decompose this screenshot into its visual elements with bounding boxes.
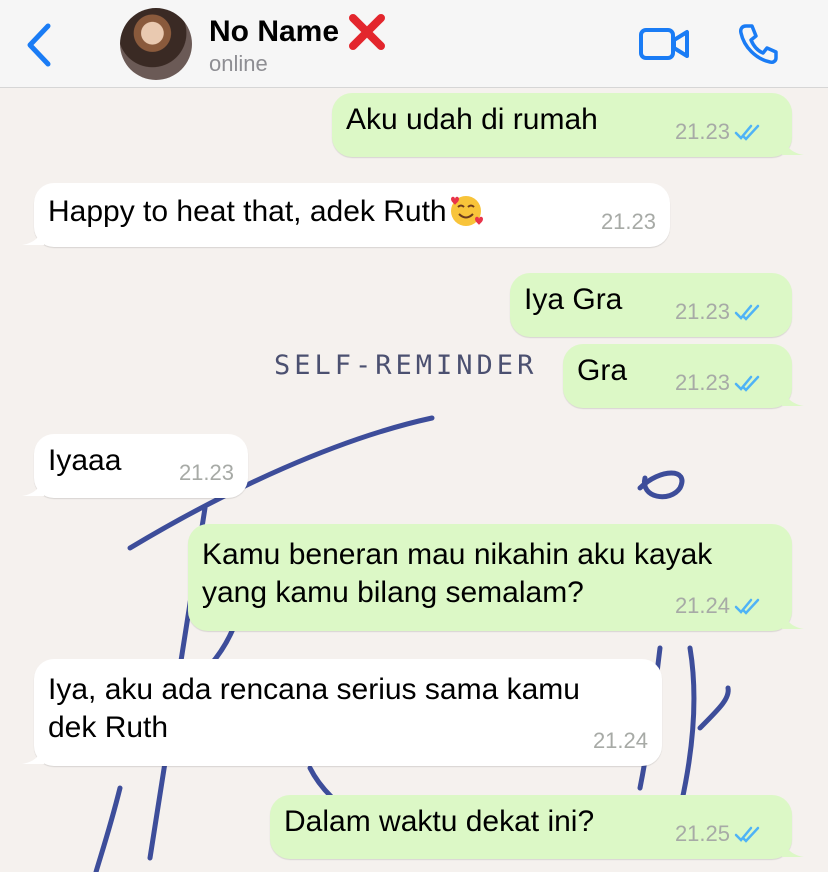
message-time: 21.23 <box>600 209 656 234</box>
message-text: Happy to heat that, adek Ruth <box>48 195 447 228</box>
message-meta: 21.23 <box>675 113 764 151</box>
message-meta: 21.23 <box>601 203 656 241</box>
message-bubble-outgoing[interactable]: Gra 21.23 <box>563 344 804 408</box>
bubble-tail <box>782 388 804 406</box>
wallpaper-text: SELF-REMINDER <box>274 350 538 381</box>
message-time: 21.24 <box>592 728 648 753</box>
message-meta: 21.23 <box>675 293 764 331</box>
back-chevron-icon[interactable] <box>24 22 54 68</box>
message-time: 21.23 <box>674 119 730 144</box>
message-bubble-outgoing[interactable]: Iya Gra 21.23 <box>510 273 792 337</box>
contact-name-row[interactable]: No Name <box>209 12 387 52</box>
message-meta: 21.23 <box>179 454 234 492</box>
message-bubble-outgoing[interactable]: Aku udah di rumah 21.23 <box>332 93 804 157</box>
read-receipt-icon <box>734 375 760 392</box>
chat-header: No Name online <box>0 0 828 88</box>
message-meta: 21.25 <box>675 815 764 853</box>
bubble-tail <box>782 839 804 857</box>
video-camera-icon[interactable] <box>638 24 690 64</box>
bubble-tail <box>782 137 804 155</box>
message-text-row: Happy to heat that, adek Ruth <box>48 191 656 231</box>
read-receipt-icon <box>734 826 760 843</box>
contact-status: online <box>209 51 268 76</box>
smiling-face-with-hearts-icon <box>450 196 483 226</box>
contact-name: No Name <box>209 15 340 48</box>
message-text: Iya, aku ada rencana serius sama kamu de… <box>48 673 580 744</box>
avatar[interactable] <box>120 8 192 80</box>
phone-icon[interactable] <box>736 22 780 66</box>
bubble-tail <box>22 227 44 245</box>
message-meta: 21.24 <box>675 587 764 625</box>
message-time: 21.23 <box>674 370 730 395</box>
message-time: 21.23 <box>178 460 234 485</box>
red-x-icon <box>349 14 386 50</box>
message-bubble-incoming[interactable]: Iya, aku ada rencana serius sama kamu de… <box>22 659 662 766</box>
message-meta: 21.24 <box>593 722 648 760</box>
read-receipt-icon <box>734 304 760 321</box>
message-bubble-incoming[interactable]: Happy to heat that, adek Ruth 21.23 <box>22 183 670 247</box>
message-time: 21.23 <box>674 299 730 324</box>
message-bubble-incoming[interactable]: Iyaaa 21.23 <box>22 434 248 498</box>
bubble-tail <box>782 611 804 629</box>
message-meta: 21.23 <box>675 364 764 402</box>
bubble-tail <box>22 478 44 496</box>
message-time: 21.24 <box>674 593 730 618</box>
message-time: 21.25 <box>674 821 730 846</box>
read-receipt-icon <box>734 124 760 141</box>
bubble-tail <box>22 746 44 764</box>
read-receipt-icon <box>734 598 760 615</box>
message-bubble-outgoing[interactable]: Kamu beneran mau nikahin aku kayak yang … <box>188 524 804 631</box>
message-bubble-outgoing[interactable]: Dalam waktu dekat ini? 21.25 <box>270 795 804 859</box>
